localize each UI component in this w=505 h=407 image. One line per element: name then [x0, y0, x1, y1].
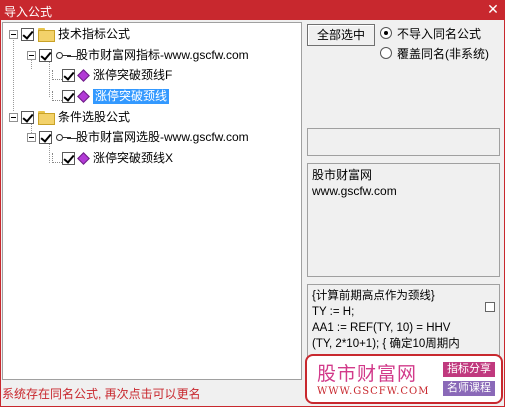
description-field[interactable]: [307, 128, 500, 156]
folder-icon: [38, 111, 55, 125]
close-icon[interactable]: ✕: [485, 1, 501, 17]
tree-item-formula[interactable]: 涨停突破颈线F: [49, 67, 172, 83]
tree-node-label: 股市财富网选股-www.gscfw.com: [76, 129, 249, 144]
watermark-brand: 股市财富网: [317, 363, 418, 385]
author-name: 股市财富网: [312, 168, 373, 182]
collapse-icon[interactable]: [9, 112, 18, 122]
tree-node-label: 技术指标公式: [58, 26, 131, 41]
tree-node-label: 条件选股公式: [58, 109, 131, 124]
watermark-tag: 指标分享: [443, 362, 495, 377]
tree-node-indicator-pack[interactable]: 股市财富网指标-www.gscfw.com: [27, 47, 249, 63]
tree-line: [13, 33, 14, 111]
radio-overwrite[interactable]: 覆盖同名(非系统): [380, 45, 489, 61]
key-icon: [56, 132, 72, 142]
tree-node-label: 股市财富网指标-www.gscfw.com: [76, 47, 249, 62]
checkbox-icon[interactable]: [39, 48, 52, 62]
radio-label: 不导入同名公式: [397, 26, 482, 41]
folder-icon: [38, 28, 55, 42]
checkbox-icon[interactable]: [39, 130, 52, 144]
watermark-logo: 股市财富网 WWW.GSCFW.COM 指标分享 名师课程: [305, 354, 503, 404]
code-line: TY := H;: [312, 306, 355, 318]
code-line: (TY, 2*10+1); { 确定10周期内: [312, 338, 460, 350]
tree-item-label: 涨停突破颈线X: [93, 150, 174, 165]
tree-connector-icon: [52, 91, 62, 101]
radio-no-import[interactable]: 不导入同名公式: [380, 25, 481, 41]
select-all-button[interactable]: 全部选中: [307, 24, 375, 46]
author-info-box[interactable]: 股市财富网 www.gscfw.com: [307, 163, 500, 277]
formula-icon: [77, 68, 90, 82]
checkbox-icon[interactable]: [485, 302, 495, 312]
formula-icon: [77, 89, 90, 103]
tree-item-formula[interactable]: 涨停突破颈线X: [49, 150, 173, 166]
checkbox-icon[interactable]: [21, 110, 34, 124]
status-message: 系统存在同名公式, 再次点击可以更名: [2, 387, 201, 401]
author-site: www.gscfw.com: [312, 184, 397, 198]
collapse-icon[interactable]: [27, 132, 36, 142]
radio-label: 覆盖同名(非系统): [397, 46, 489, 61]
checkbox-icon[interactable]: [21, 27, 34, 41]
watermark-tag: 名师课程: [443, 381, 495, 396]
checkbox-icon[interactable]: [62, 151, 75, 165]
title-bar: 导入公式 ✕: [0, 0, 505, 20]
checkbox-icon[interactable]: [62, 89, 75, 103]
tree-item-label: 涨停突破颈线: [93, 88, 170, 104]
window-title: 导入公式: [4, 5, 53, 19]
collapse-icon[interactable]: [27, 50, 36, 60]
watermark-site: WWW.GSCFW.COM: [317, 386, 430, 397]
tree-connector-icon: [52, 70, 62, 80]
formula-icon: [77, 151, 90, 165]
tree-connector-icon: [52, 153, 62, 163]
code-line: {计算前期高点作为颈线}: [312, 290, 435, 302]
tree-item-label: 涨停突破颈线F: [93, 67, 173, 82]
code-line: AA1 := REF(TY, 10) = HHV: [312, 322, 451, 334]
key-icon: [56, 50, 72, 60]
collapse-icon[interactable]: [9, 29, 18, 39]
tree-node-group-condition[interactable]: 条件选股公式: [9, 109, 130, 125]
tree-node-group-indicator[interactable]: 技术指标公式: [9, 26, 130, 42]
formula-tree[interactable]: 技术指标公式 股市财富网指标-www.gscfw.com 涨停突破颈线F 涨停突…: [2, 22, 302, 380]
radio-icon[interactable]: [380, 47, 392, 59]
checkbox-icon[interactable]: [62, 68, 75, 82]
tree-item-formula-selected[interactable]: 涨停突破颈线: [49, 88, 170, 104]
radio-icon[interactable]: [380, 27, 392, 39]
tree-node-stock-pack[interactable]: 股市财富网选股-www.gscfw.com: [27, 129, 249, 145]
